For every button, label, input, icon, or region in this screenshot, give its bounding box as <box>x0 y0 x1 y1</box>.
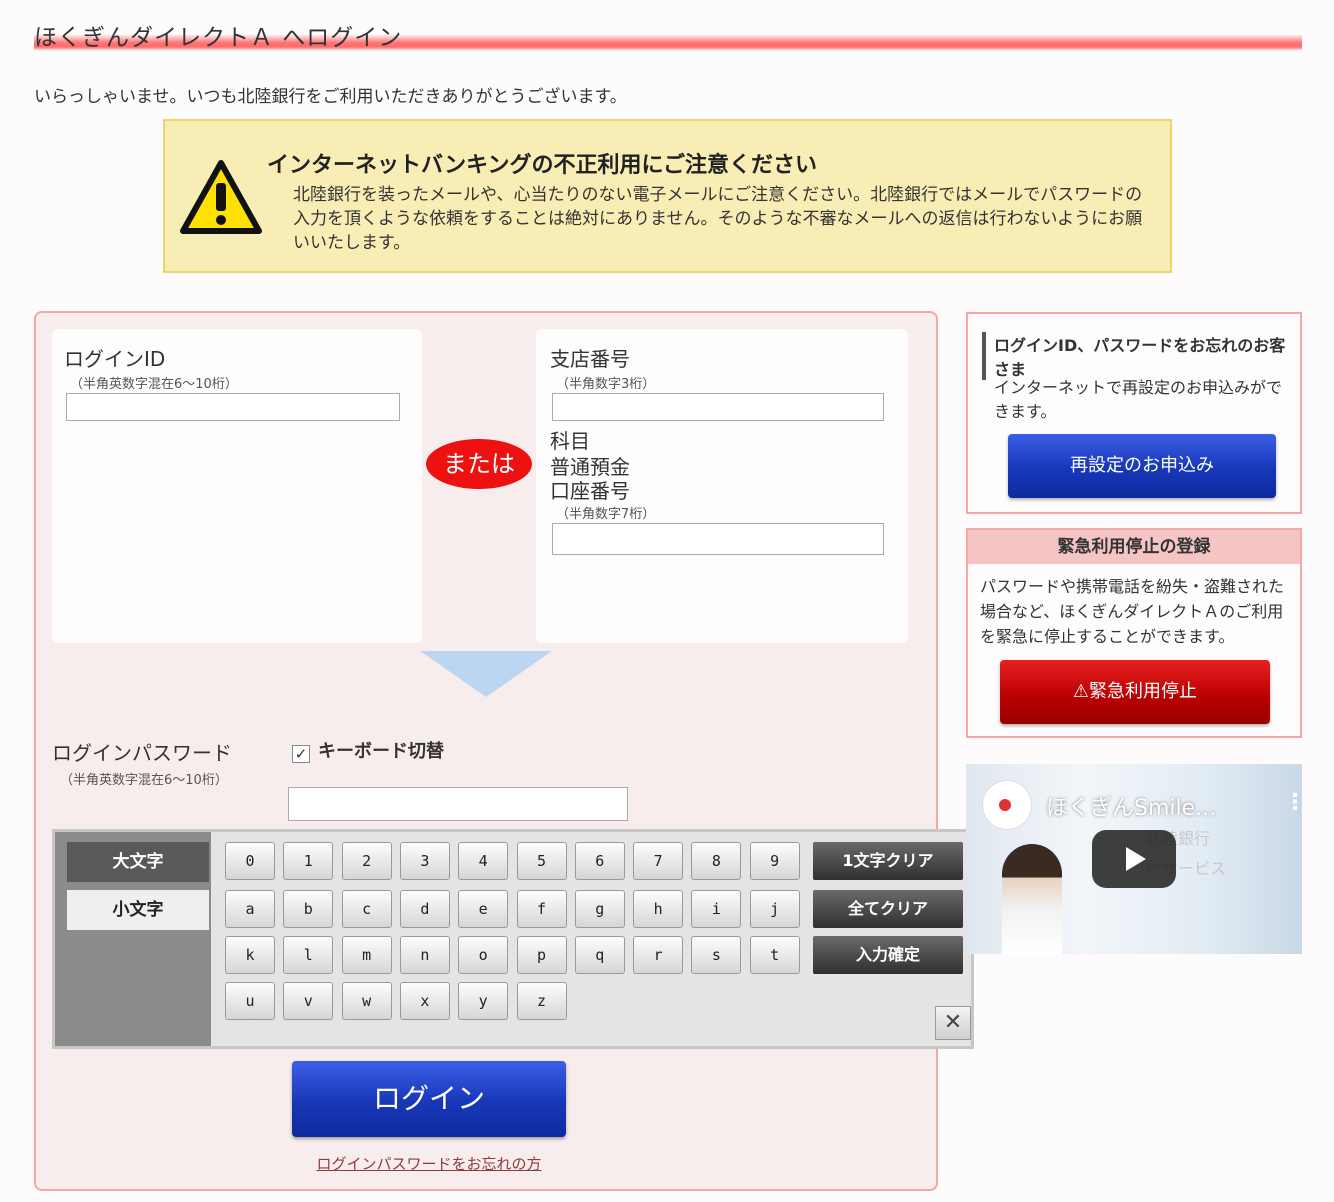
key-4[interactable]: 4 <box>458 842 509 880</box>
login-id-input[interactable] <box>66 393 400 421</box>
key-2[interactable]: 2 <box>341 842 392 880</box>
key-q[interactable]: q <box>574 936 625 974</box>
branch-number-input[interactable] <box>552 393 884 421</box>
warning-triangle-icon <box>180 160 262 234</box>
login-id-hint: （半角英数字混在6～10桁） <box>70 377 238 392</box>
login-id-label: ログインID <box>64 347 166 371</box>
key-u[interactable]: u <box>225 982 275 1020</box>
clear-one-char-button[interactable]: 1文字クリア <box>813 842 963 880</box>
key-x[interactable]: x <box>399 982 450 1020</box>
software-keyboard: 大文字 小文字 0123456789 abcdefghij klmnopqrst uv… <box>52 829 974 1049</box>
lowercase-button[interactable]: 小文字 <box>67 890 209 930</box>
key-i[interactable]: i <box>691 890 742 928</box>
key-8[interactable]: 8 <box>691 842 742 880</box>
video-thumbnail-person <box>1002 844 1062 954</box>
keyboard-toggle-label: キーボード切替 <box>318 741 444 762</box>
key-r[interactable]: r <box>633 936 684 974</box>
clear-all-button[interactable]: 全てクリア <box>813 890 963 928</box>
key-v[interactable]: v <box>283 982 334 1020</box>
play-icon <box>1126 847 1146 871</box>
key-0[interactable]: 0 <box>225 842 275 880</box>
emergency-stop-button[interactable]: ⚠緊急利用停止 <box>1000 660 1270 724</box>
key-n[interactable]: n <box>399 936 450 974</box>
key-h[interactable]: h <box>633 890 684 928</box>
keyboard-toggle[interactable]: ✓ キーボード切替 <box>292 737 444 763</box>
down-arrow-icon <box>420 651 552 697</box>
key-3[interactable]: 3 <box>399 842 450 880</box>
key-k[interactable]: k <box>225 936 275 974</box>
key-f[interactable]: f <box>516 890 567 928</box>
reset-application-button[interactable]: 再設定のお申込み <box>1008 434 1276 498</box>
key-e[interactable]: e <box>458 890 509 928</box>
key-1[interactable]: 1 <box>283 842 334 880</box>
login-id-section: ログインID （半角英数字混在6～10桁） <box>52 329 422 643</box>
fraud-warning-notice: インターネットバンキングの不正利用にご注意ください 北陸銀行を装ったメールや、心… <box>163 119 1172 273</box>
video-title[interactable]: ほくぎんSmile... <box>1046 790 1216 822</box>
key-7[interactable]: 7 <box>633 842 684 880</box>
warning-title: インターネットバンキングの不正利用にご注意ください <box>267 153 818 178</box>
or-badge: または <box>426 439 532 489</box>
key-l[interactable]: l <box>283 936 334 974</box>
page-title: ほくぎんダイレクトＡ へログイン <box>34 25 403 51</box>
key-j[interactable]: j <box>749 890 800 928</box>
branch-number-label: 支店番号 <box>550 347 630 371</box>
key-9[interactable]: 9 <box>749 842 800 880</box>
welcome-message: いらっしゃいませ。いつも北陸銀行をご利用いただきありがとうございます。 <box>34 87 627 107</box>
key-w[interactable]: w <box>341 982 392 1020</box>
key-6[interactable]: 6 <box>574 842 625 880</box>
key-m[interactable]: m <box>341 936 392 974</box>
logo-dot-icon <box>999 799 1011 811</box>
login-panel: ログインID （半角英数字混在6～10桁） または 支店番号 （半角数字3桁） … <box>34 311 974 1191</box>
emergency-stop-title: 緊急利用停止の登録 <box>968 530 1300 564</box>
forgot-credentials-box: ログインID、パスワードをお忘れのお客さま インターネットで再設定のお申込みがで… <box>966 312 1302 514</box>
key-z[interactable]: z <box>516 982 567 1020</box>
account-number-label: 口座番号 <box>550 479 630 503</box>
key-s[interactable]: s <box>691 936 742 974</box>
close-icon[interactable]: ✕ <box>935 1006 971 1040</box>
password-input[interactable] <box>288 787 628 821</box>
account-number-input[interactable] <box>552 523 884 555</box>
key-d[interactable]: d <box>399 890 450 928</box>
subject-label: 科目 <box>550 429 590 453</box>
key-c[interactable]: c <box>341 890 392 928</box>
video-embed[interactable]: 北陸銀行 付サービス ほくぎんSmile... ⋮ <box>966 764 1302 954</box>
forgot-credentials-body: インターネットで再設定のお申込みができます。 <box>994 378 1283 421</box>
keyboard-case-panel: 大文字 小文字 <box>55 832 211 1046</box>
key-y[interactable]: y <box>458 982 509 1020</box>
key-5[interactable]: 5 <box>516 842 567 880</box>
password-hint: （半角英数字混在6～10桁） <box>60 773 228 788</box>
login-button[interactable]: ログイン <box>292 1061 566 1137</box>
more-vert-icon[interactable]: ⋮ <box>1284 790 1302 815</box>
key-g[interactable]: g <box>574 890 625 928</box>
warning-body: 北陸銀行を装ったメールや、心当たりのない電子メールにご注意ください。北陸銀行では… <box>293 185 1143 253</box>
key-o[interactable]: o <box>458 936 509 974</box>
play-button[interactable] <box>1092 830 1176 888</box>
password-label: ログインパスワード <box>52 741 232 765</box>
uppercase-button[interactable]: 大文字 <box>67 842 209 882</box>
account-number-hint: （半角数字7桁） <box>556 507 656 522</box>
key-b[interactable]: b <box>283 890 334 928</box>
key-t[interactable]: t <box>749 936 800 974</box>
channel-avatar[interactable] <box>982 780 1032 830</box>
branch-number-hint: （半角数字3桁） <box>556 377 656 392</box>
emergency-stop-box: 緊急利用停止の登録 パスワードや携帯電話を紛失・盗難された場合など、ほくぎんダイ… <box>966 528 1302 738</box>
forgot-credentials-title: ログインID、パスワードをお忘れのお客さま <box>982 332 1300 380</box>
checkbox-icon[interactable]: ✓ <box>292 745 310 763</box>
account-login-section: 支店番号 （半角数字3桁） 科目 普通預金 口座番号 （半角数字7桁） <box>536 329 908 643</box>
key-p[interactable]: p <box>516 936 567 974</box>
confirm-input-button[interactable]: 入力確定 <box>813 936 963 974</box>
emergency-stop-body: パスワードや携帯電話を紛失・盗難された場合など、ほくぎんダイレクトＡのご利用を緊… <box>980 577 1285 646</box>
forgot-password-link[interactable]: ログインパスワードをお忘れの方 <box>292 1153 566 1174</box>
key-a[interactable]: a <box>225 890 275 928</box>
